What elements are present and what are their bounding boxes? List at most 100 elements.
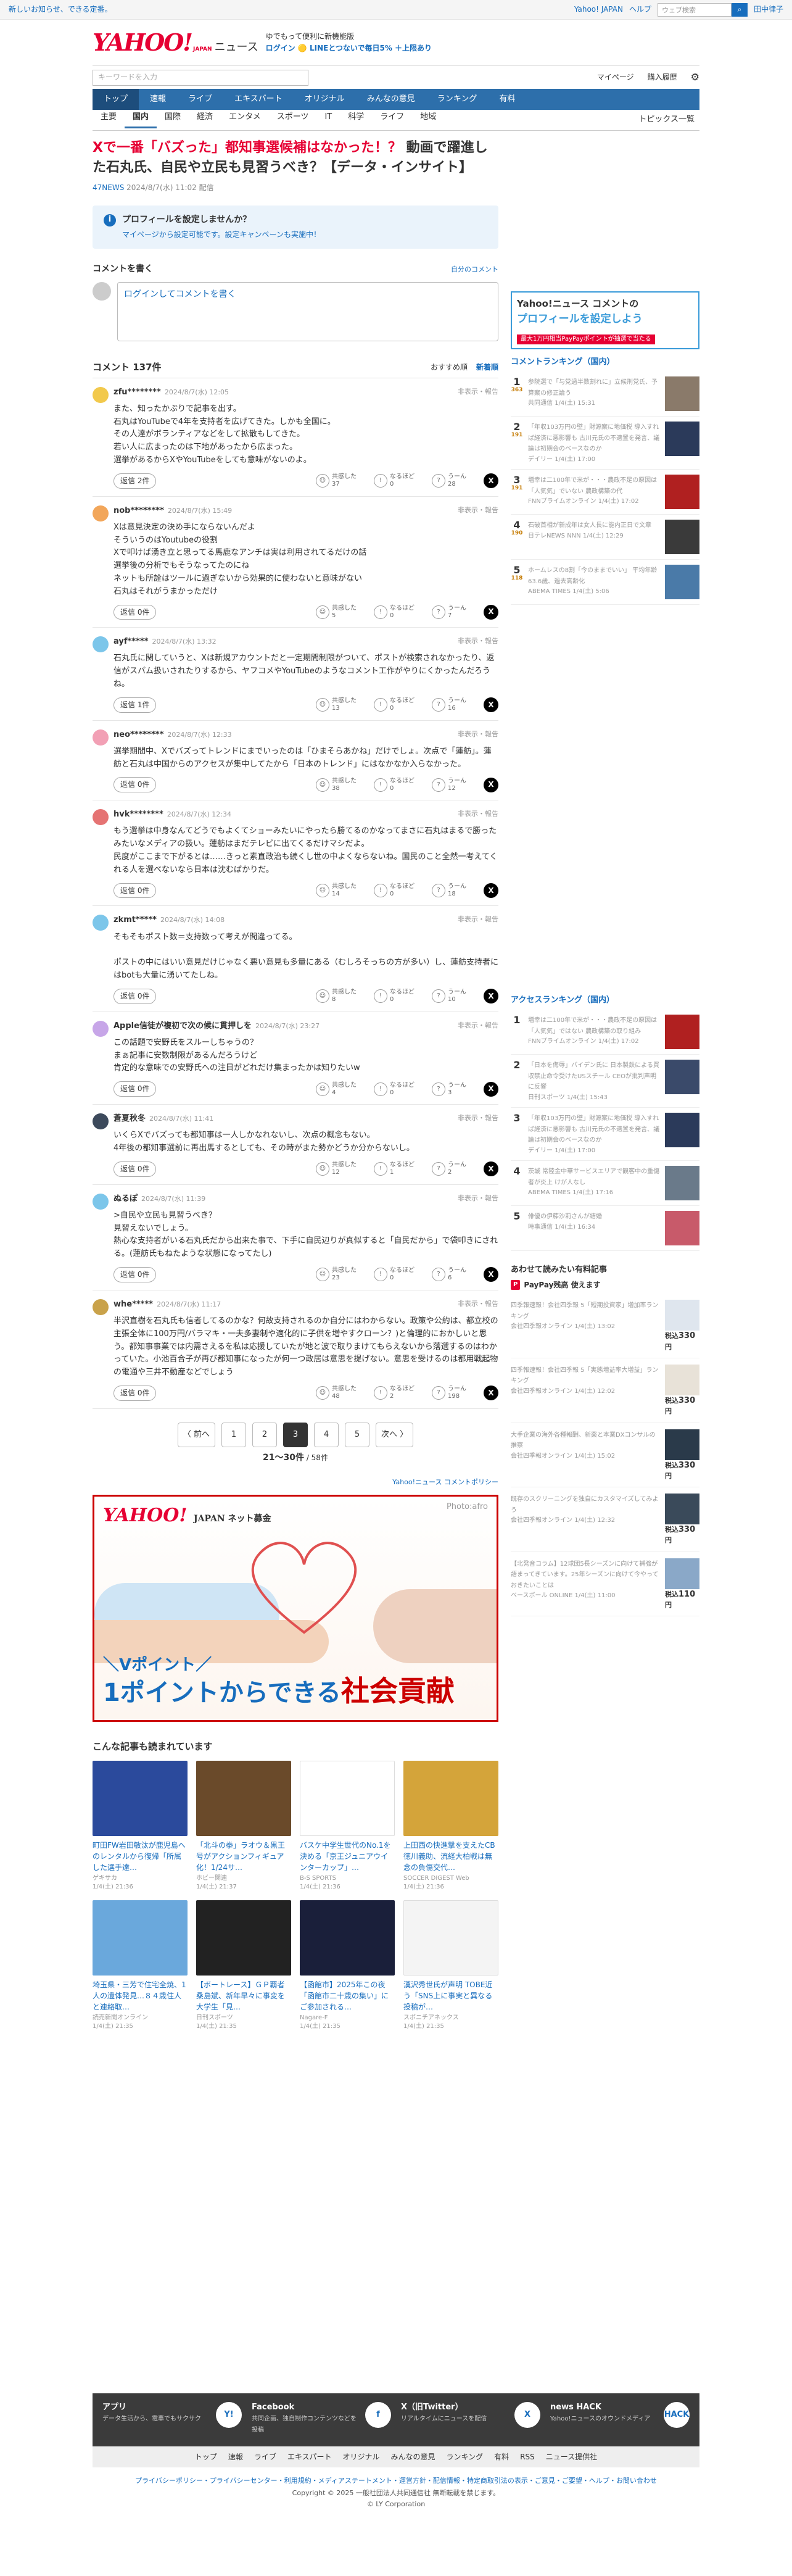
x-share-icon[interactable]: X — [484, 604, 498, 620]
ranking-item[interactable]: 4 茨城 常陸金中華サービスエリアで観客中の重傷者が炎上 けが人なし ABEMA T… — [511, 1161, 699, 1207]
vote-neutral-button[interactable]: ? うーん 7 — [432, 605, 466, 620]
vote-bad-button[interactable]: ! なるほど 0 — [374, 1082, 415, 1097]
help-link[interactable]: ヘルプ — [629, 4, 651, 15]
ranking-title[interactable]: 「年収103万円の壁」財源案に地価税 導入すれば経済に悪影響も 古川元氏の不適置… — [528, 422, 660, 464]
ranking-title[interactable]: 石破首相が新成年は女人長に能内正日で文章 日テレNEWS NNN 1/4(土) 1… — [528, 520, 660, 554]
x-share-icon[interactable]: X — [484, 989, 498, 1004]
x-share-icon[interactable]: X — [484, 883, 498, 899]
comment-user[interactable]: 蒼夏秋冬 — [113, 1114, 146, 1123]
vote-bad-button[interactable]: ! なるほど 0 — [374, 605, 415, 620]
search-icon[interactable]: ⌕ — [731, 2, 748, 17]
category-tab[interactable]: ライフ — [372, 112, 412, 128]
gear-icon[interactable]: ⚙ — [691, 70, 699, 84]
yahoo-japan-link[interactable]: Yahoo! JAPAN — [574, 4, 623, 15]
paid-article-item[interactable]: 四季報速報！会社四季報 5「実態増益率大増益」ランキング 会社四季報オンライン 1… — [511, 1358, 699, 1423]
category-tab[interactable]: 地域 — [412, 112, 444, 128]
vote-bad-button[interactable]: ! なるほど 0 — [374, 1267, 415, 1282]
ranking-title[interactable]: 茨城 常陸金中華サービスエリアで観客中の重傷者が炎上 けが人なし ABEMA TI… — [528, 1166, 660, 1200]
category-tab[interactable]: 経済 — [189, 112, 221, 128]
reply-button[interactable]: 返信 0件 — [113, 777, 157, 793]
ranking-title[interactable]: 俳優の伊藤沙莉さんが結婚 時事通信 1/4(土) 16:34 — [528, 1211, 660, 1245]
paid-article-item[interactable]: 【北発音コラム】12球団5長シーズンに向けて補強が語まってきています。25年シー… — [511, 1552, 699, 1617]
my-comments-link[interactable]: 自分のコメント — [451, 265, 498, 274]
comment-user[interactable]: nob******** — [113, 506, 164, 515]
paid-article-item[interactable]: 既存のスクリーニングを独自にカスタマイズしてみよう 会社四季報オンライン 1/4(… — [511, 1487, 699, 1552]
x-share-icon[interactable]: X — [484, 777, 498, 792]
footer-nav-item[interactable]: RSS — [520, 2452, 535, 2462]
related-card[interactable]: 埼玉県・三芳で住宅全焼、1人の遺体発見…８４歳住人と連絡取… 読売新聞オンライン 1… — [93, 1900, 188, 2031]
paid-article-title[interactable]: 大手企業の海外各種報酬、新薬と本業DXコンサルの推察 会社四季報オンライン 1/4… — [511, 1429, 660, 1481]
footer-nav-item[interactable]: トップ — [195, 2452, 217, 2462]
comment-user[interactable]: Apple信徒が複初で次の候に貫押しを — [113, 1021, 252, 1031]
vote-good-button[interactable]: ☺ 共感した 14 — [316, 883, 357, 898]
report-link[interactable]: 非表示・報告 — [458, 636, 498, 647]
reply-button[interactable]: 返信 0件 — [113, 988, 157, 1004]
vote-neutral-button[interactable]: ? うーん 3 — [432, 1082, 466, 1097]
related-title[interactable]: バスケ中学生世代のNo.1を決める「京王ジュニアウインターカップ」… — [300, 1840, 395, 1873]
footer-app-item[interactable]: Facebook 共同企画、独自制作コンテンツなどを投稿 f — [252, 2402, 391, 2438]
report-link[interactable]: 非表示・報告 — [458, 1194, 498, 1205]
topbar-notice[interactable]: 新しいお知らせ、できる定番。 — [9, 4, 112, 15]
related-card[interactable]: 漢沢秀世氏が声明 TOBE近う「SNS上に事実と異なる投稿が… スポニチアネックス… — [403, 1900, 498, 2031]
related-title[interactable]: 上田西の快進撃を支えたCB徳川義助、流経大柏戦は無念の負傷交代… — [403, 1840, 498, 1873]
category-tab[interactable]: 国際 — [157, 112, 189, 128]
report-link[interactable]: 非表示・報告 — [458, 1021, 498, 1032]
vote-good-button[interactable]: ☺ 共感した 48 — [316, 1386, 357, 1400]
ranking-item[interactable]: 1 増幸は二100年で米が・・・農政不足の原因は「人気気」ではない 農政構築の取り… — [511, 1010, 699, 1055]
footer-nav-item[interactable]: ランキング — [447, 2452, 484, 2462]
vote-neutral-button[interactable]: ? うーん 16 — [432, 697, 466, 712]
related-title[interactable]: 【ボートレース】ＧＰ覇者桑島斌、新年早々に事変を大学生「見… — [196, 1979, 291, 2013]
vote-bad-button[interactable]: ! なるほど 0 — [374, 697, 415, 712]
x-share-icon[interactable]: X — [484, 697, 498, 713]
vote-good-button[interactable]: ☺ 共感した 12 — [316, 1161, 357, 1176]
related-title[interactable]: 埼玉県・三芳で住宅全焼、1人の遺体発見…８４歳住人と連絡取… — [93, 1979, 188, 2013]
vote-neutral-button[interactable]: ? うーん 12 — [432, 778, 466, 792]
gnav-item[interactable]: 有料 — [488, 89, 526, 110]
ranking-title[interactable]: ホームレスの8割「今のままでいい」 平均年齢63.6歳、過去高齢化 ABEMA T… — [528, 565, 660, 599]
vote-good-button[interactable]: ☺ 共感した 37 — [316, 473, 357, 488]
ranking-item[interactable]: 2 「日本を侮辱」バイデン氏に 日本製鉄による買収禁止命令受けたUSスチール CE… — [511, 1055, 699, 1108]
donation-banner[interactable]: YAHOO! JAPAN ネット募金 Photo:afro ＼Vポイント／ 1ポ… — [93, 1494, 498, 1722]
header-promo[interactable]: ゆでもって便利に新機能版 ログイン 🟡 LINEとつないで毎日5% ＋上限あり — [266, 31, 432, 54]
ranking-title[interactable]: 「年収103万円の壁」財源案に地価税 導入すれば経済に悪影響も 古川元氏の不適置… — [528, 1113, 660, 1155]
gnav-item[interactable]: 速報 — [139, 89, 177, 110]
vote-bad-button[interactable]: ! なるほど 0 — [374, 883, 415, 898]
ranking-item[interactable]: 5 118 ホームレスの8割「今のままでいい」 平均年齢63.6歳、過去高齢化 ABE… — [511, 560, 699, 605]
footer-nav-item[interactable]: みんなの意見 — [391, 2452, 435, 2462]
comment-user[interactable]: hvk******** — [113, 810, 163, 819]
report-link[interactable]: 非表示・報告 — [458, 505, 498, 517]
reply-button[interactable]: 返信 0件 — [113, 604, 157, 620]
page-button[interactable]: 5 — [345, 1422, 369, 1447]
ranking-title[interactable]: 増幸は二100年で米が・・・農政不足の原因は「人気気」ではない 農政構築の取り組… — [528, 1015, 660, 1049]
reply-button[interactable]: 返信 0件 — [113, 1385, 157, 1401]
category-tab[interactable]: 主要 — [93, 112, 125, 128]
ranking-item[interactable]: 5 俳優の伊藤沙莉さんが結婚 時事通信 1/4(土) 16:34 — [511, 1206, 699, 1252]
paid-article-title[interactable]: 四季報速報！会社四季報 5「短期投資家」増加率ランキング 会社四季報オンライン 1… — [511, 1300, 660, 1352]
news-search-input[interactable]: キーワードを入力 — [93, 69, 308, 86]
gnav-item[interactable]: みんなの意見 — [356, 89, 426, 110]
vote-neutral-button[interactable]: ? うーん 2 — [432, 1161, 466, 1176]
category-tab[interactable]: スポーツ — [269, 112, 317, 128]
related-title[interactable]: 漢沢秀世氏が声明 TOBE近う「SNS上に事実と異なる投稿が… — [403, 1979, 498, 2013]
vote-neutral-button[interactable]: ? うーん 28 — [432, 473, 466, 488]
related-title[interactable]: 町田FW岩田敏汰が鹿児島へのレンタルから復帰「所属した選手達… — [93, 1840, 188, 1873]
vote-good-button[interactable]: ☺ 共感した 23 — [316, 1267, 357, 1282]
ranking-item[interactable]: 3 191 増幸は二100年で米が・・・農政不足の原因は「人気気」でいない 農政構築… — [511, 470, 699, 515]
page-button[interactable]: 2 — [252, 1422, 277, 1447]
paid-article-title[interactable]: 既存のスクリーニングを独自にカスタマイズしてみよう 会社四季報オンライン 1/4(… — [511, 1494, 660, 1545]
ranking-title[interactable]: 「日本を侮辱」バイデン氏に 日本製鉄による買収禁止命令受けたUSスチール CEO… — [528, 1060, 660, 1102]
reply-button[interactable]: 返信 2件 — [113, 473, 157, 489]
report-link[interactable]: 非表示・報告 — [458, 729, 498, 741]
footer-nav-item[interactable]: ニュース提供社 — [546, 2452, 597, 2462]
related-card[interactable]: 「北斗の拳」ラオウ＆黒王号がアクションフィギュア化！1/24サ… ホビー関連 1/4… — [196, 1760, 291, 1892]
related-title[interactable]: 「北斗の拳」ラオウ＆黒王号がアクションフィギュア化！1/24サ… — [196, 1840, 291, 1873]
reply-button[interactable]: 返信 1件 — [113, 697, 157, 713]
footer-app-item[interactable]: アプリ データ生活から、電車でもサクサク Y! — [102, 2402, 242, 2438]
comment-user[interactable]: ayf***** — [113, 637, 149, 646]
reply-button[interactable]: 返信 0件 — [113, 883, 157, 899]
vote-good-button[interactable]: ☺ 共感した 13 — [316, 697, 357, 712]
next-page-button[interactable]: 次へ 〉 — [376, 1422, 414, 1447]
vote-good-button[interactable]: ☺ 共感した 4 — [316, 1082, 357, 1097]
article-source[interactable]: 47NEWS — [93, 183, 124, 192]
vote-bad-button[interactable]: ! なるほど 0 — [374, 989, 415, 1003]
